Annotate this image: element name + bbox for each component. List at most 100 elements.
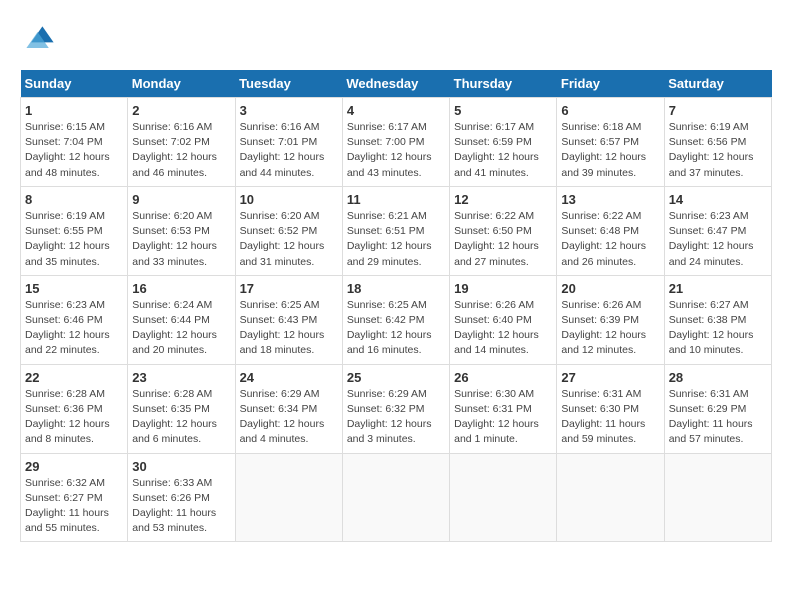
calendar-day-cell: 11Sunrise: 6:21 AM Sunset: 6:51 PM Dayli… (342, 186, 449, 275)
calendar-table: SundayMondayTuesdayWednesdayThursdayFrid… (20, 70, 772, 542)
day-info: Sunrise: 6:20 AM Sunset: 6:53 PM Dayligh… (132, 209, 230, 270)
day-info: Sunrise: 6:23 AM Sunset: 6:46 PM Dayligh… (25, 298, 123, 359)
day-number: 16 (132, 281, 230, 296)
day-number: 28 (669, 370, 767, 385)
calendar-day-cell: 27 Sunrise: 6:31 AM Sunset: 6:30 PM Dayli… (557, 364, 664, 453)
calendar-week-row: 29 Sunrise: 6:32 AM Sunset: 6:27 PM Dayli… (21, 453, 772, 542)
day-number: 22 (25, 370, 123, 385)
day-info: Sunrise: 6:22 AM Sunset: 6:50 PM Dayligh… (454, 209, 552, 270)
header-day: Saturday (664, 70, 771, 98)
day-info: Sunrise: 6:29 AM Sunset: 6:34 PM Dayligh… (240, 387, 338, 448)
calendar-week-row: 1Sunrise: 6:15 AM Sunset: 7:04 PM Daylig… (21, 98, 772, 187)
day-number: 24 (240, 370, 338, 385)
day-info: Sunrise: 6:33 AM Sunset: 6:26 PM Dayligh… (132, 476, 230, 537)
day-number: 3 (240, 103, 338, 118)
day-number: 6 (561, 103, 659, 118)
day-number: 14 (669, 192, 767, 207)
calendar-day-cell: 12 Sunrise: 6:22 AM Sunset: 6:50 PM Dayli… (450, 186, 557, 275)
day-number: 5 (454, 103, 552, 118)
day-info: Sunrise: 6:23 AM Sunset: 6:47 PM Dayligh… (669, 209, 767, 270)
calendar-day-cell: 19Sunrise: 6:26 AM Sunset: 6:40 PM Dayli… (450, 275, 557, 364)
page-header (20, 20, 772, 60)
calendar-day-cell (557, 453, 664, 542)
day-number: 20 (561, 281, 659, 296)
day-info: Sunrise: 6:29 AM Sunset: 6:32 PM Dayligh… (347, 387, 445, 448)
calendar-day-cell: 23 Sunrise: 6:28 AM Sunset: 6:35 PM Dayli… (128, 364, 235, 453)
day-info: Sunrise: 6:24 AM Sunset: 6:44 PM Dayligh… (132, 298, 230, 359)
day-number: 27 (561, 370, 659, 385)
calendar-day-cell (664, 453, 771, 542)
header-day: Thursday (450, 70, 557, 98)
header-day: Wednesday (342, 70, 449, 98)
day-info: Sunrise: 6:16 AM Sunset: 7:01 PM Dayligh… (240, 120, 338, 181)
calendar-body: 1Sunrise: 6:15 AM Sunset: 7:04 PM Daylig… (21, 98, 772, 542)
header-day: Friday (557, 70, 664, 98)
calendar-day-cell: 16 Sunrise: 6:24 AM Sunset: 6:44 PM Dayli… (128, 275, 235, 364)
calendar-day-cell: 17 Sunrise: 6:25 AM Sunset: 6:43 PM Dayli… (235, 275, 342, 364)
day-number: 7 (669, 103, 767, 118)
day-number: 4 (347, 103, 445, 118)
day-number: 9 (132, 192, 230, 207)
day-info: Sunrise: 6:22 AM Sunset: 6:48 PM Dayligh… (561, 209, 659, 270)
day-number: 18 (347, 281, 445, 296)
day-info: Sunrise: 6:25 AM Sunset: 6:43 PM Dayligh… (240, 298, 338, 359)
calendar-day-cell: 1Sunrise: 6:15 AM Sunset: 7:04 PM Daylig… (21, 98, 128, 187)
day-number: 26 (454, 370, 552, 385)
calendar-day-cell: 2 Sunrise: 6:16 AM Sunset: 7:02 PM Daylig… (128, 98, 235, 187)
calendar-day-cell (450, 453, 557, 542)
day-info: Sunrise: 6:17 AM Sunset: 6:59 PM Dayligh… (454, 120, 552, 181)
calendar-day-cell: 22 Sunrise: 6:28 AM Sunset: 6:36 PM Dayli… (21, 364, 128, 453)
calendar-week-row: 8Sunrise: 6:19 AM Sunset: 6:55 PM Daylig… (21, 186, 772, 275)
day-info: Sunrise: 6:16 AM Sunset: 7:02 PM Dayligh… (132, 120, 230, 181)
day-info: Sunrise: 6:20 AM Sunset: 6:52 PM Dayligh… (240, 209, 338, 270)
calendar-day-cell: 10 Sunrise: 6:20 AM Sunset: 6:52 PM Dayli… (235, 186, 342, 275)
day-info: Sunrise: 6:28 AM Sunset: 6:35 PM Dayligh… (132, 387, 230, 448)
calendar-day-cell: 14 Sunrise: 6:23 AM Sunset: 6:47 PM Dayli… (664, 186, 771, 275)
day-info: Sunrise: 6:31 AM Sunset: 6:30 PM Dayligh… (561, 387, 659, 448)
day-info: Sunrise: 6:32 AM Sunset: 6:27 PM Dayligh… (25, 476, 123, 537)
day-number: 1 (25, 103, 123, 118)
day-number: 12 (454, 192, 552, 207)
calendar-day-cell: 30 Sunrise: 6:33 AM Sunset: 6:26 PM Dayli… (128, 453, 235, 542)
day-info: Sunrise: 6:31 AM Sunset: 6:29 PM Dayligh… (669, 387, 767, 448)
day-number: 21 (669, 281, 767, 296)
day-number: 10 (240, 192, 338, 207)
day-number: 11 (347, 192, 445, 207)
calendar-day-cell: 26Sunrise: 6:30 AM Sunset: 6:31 PM Dayli… (450, 364, 557, 453)
day-number: 25 (347, 370, 445, 385)
day-info: Sunrise: 6:26 AM Sunset: 6:39 PM Dayligh… (561, 298, 659, 359)
calendar-day-cell (342, 453, 449, 542)
calendar-day-cell: 3 Sunrise: 6:16 AM Sunset: 7:01 PM Daylig… (235, 98, 342, 187)
calendar-day-cell: 21Sunrise: 6:27 AM Sunset: 6:38 PM Dayli… (664, 275, 771, 364)
calendar-day-cell: 4 Sunrise: 6:17 AM Sunset: 7:00 PM Daylig… (342, 98, 449, 187)
calendar-header: SundayMondayTuesdayWednesdayThursdayFrid… (21, 70, 772, 98)
day-info: Sunrise: 6:19 AM Sunset: 6:56 PM Dayligh… (669, 120, 767, 181)
header-day: Sunday (21, 70, 128, 98)
day-info: Sunrise: 6:17 AM Sunset: 7:00 PM Dayligh… (347, 120, 445, 181)
header-row: SundayMondayTuesdayWednesdayThursdayFrid… (21, 70, 772, 98)
day-info: Sunrise: 6:25 AM Sunset: 6:42 PM Dayligh… (347, 298, 445, 359)
header-day: Monday (128, 70, 235, 98)
day-info: Sunrise: 6:28 AM Sunset: 6:36 PM Dayligh… (25, 387, 123, 448)
calendar-day-cell: 29 Sunrise: 6:32 AM Sunset: 6:27 PM Dayli… (21, 453, 128, 542)
calendar-day-cell: 25 Sunrise: 6:29 AM Sunset: 6:32 PM Dayli… (342, 364, 449, 453)
calendar-day-cell: 9 Sunrise: 6:20 AM Sunset: 6:53 PM Daylig… (128, 186, 235, 275)
day-number: 30 (132, 459, 230, 474)
calendar-day-cell: 28 Sunrise: 6:31 AM Sunset: 6:29 PM Dayli… (664, 364, 771, 453)
calendar-day-cell: 20 Sunrise: 6:26 AM Sunset: 6:39 PM Dayli… (557, 275, 664, 364)
calendar-day-cell: 6Sunrise: 6:18 AM Sunset: 6:57 PM Daylig… (557, 98, 664, 187)
day-number: 29 (25, 459, 123, 474)
calendar-day-cell: 18 Sunrise: 6:25 AM Sunset: 6:42 PM Dayli… (342, 275, 449, 364)
calendar-day-cell: 24 Sunrise: 6:29 AM Sunset: 6:34 PM Dayli… (235, 364, 342, 453)
day-number: 2 (132, 103, 230, 118)
calendar-day-cell (235, 453, 342, 542)
logo-icon (20, 20, 60, 60)
calendar-day-cell: 5 Sunrise: 6:17 AM Sunset: 6:59 PM Daylig… (450, 98, 557, 187)
day-number: 8 (25, 192, 123, 207)
day-number: 23 (132, 370, 230, 385)
calendar-day-cell: 8Sunrise: 6:19 AM Sunset: 6:55 PM Daylig… (21, 186, 128, 275)
header-day: Tuesday (235, 70, 342, 98)
day-number: 17 (240, 281, 338, 296)
calendar-week-row: 22 Sunrise: 6:28 AM Sunset: 6:36 PM Dayli… (21, 364, 772, 453)
logo (20, 20, 66, 60)
